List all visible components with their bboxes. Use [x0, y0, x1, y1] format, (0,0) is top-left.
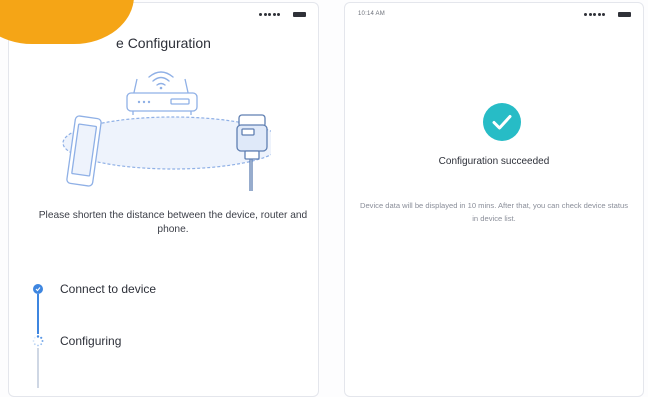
progress-line-pending — [37, 348, 39, 388]
spinner-icon — [32, 335, 44, 347]
wifi-icon — [148, 71, 174, 90]
status-bar: 10:14 AM — [345, 11, 643, 25]
signal-icon — [259, 13, 280, 16]
phone-icon — [66, 115, 102, 187]
status-time: 10:14 AM — [358, 11, 385, 17]
check-icon — [33, 284, 43, 294]
battery-icon — [618, 12, 631, 17]
router-icon — [126, 78, 198, 115]
success-description: Device data will be displayed in 10 mins… — [359, 201, 629, 223]
step-configuring: Configuring — [32, 334, 122, 348]
config-success-screen: 10:14 AM Configuration succeeded Device … — [344, 2, 644, 397]
success-check-icon — [483, 103, 521, 141]
success-title: Configuration succeeded — [438, 156, 550, 167]
config-illustration — [62, 71, 271, 191]
battery-icon — [293, 12, 306, 17]
signal-icon — [584, 13, 605, 16]
step-connect-to-device: Connect to device — [33, 282, 156, 296]
config-screen-left: e Configuration Please shorten the dista… — [8, 2, 319, 397]
progress-line — [37, 294, 39, 334]
badge-number: 7 — [20, 0, 49, 3]
distance-hint: Please shorten the distance between the … — [38, 210, 308, 235]
step-label: Connect to device — [60, 282, 157, 296]
step-label: Configuring — [60, 334, 122, 348]
